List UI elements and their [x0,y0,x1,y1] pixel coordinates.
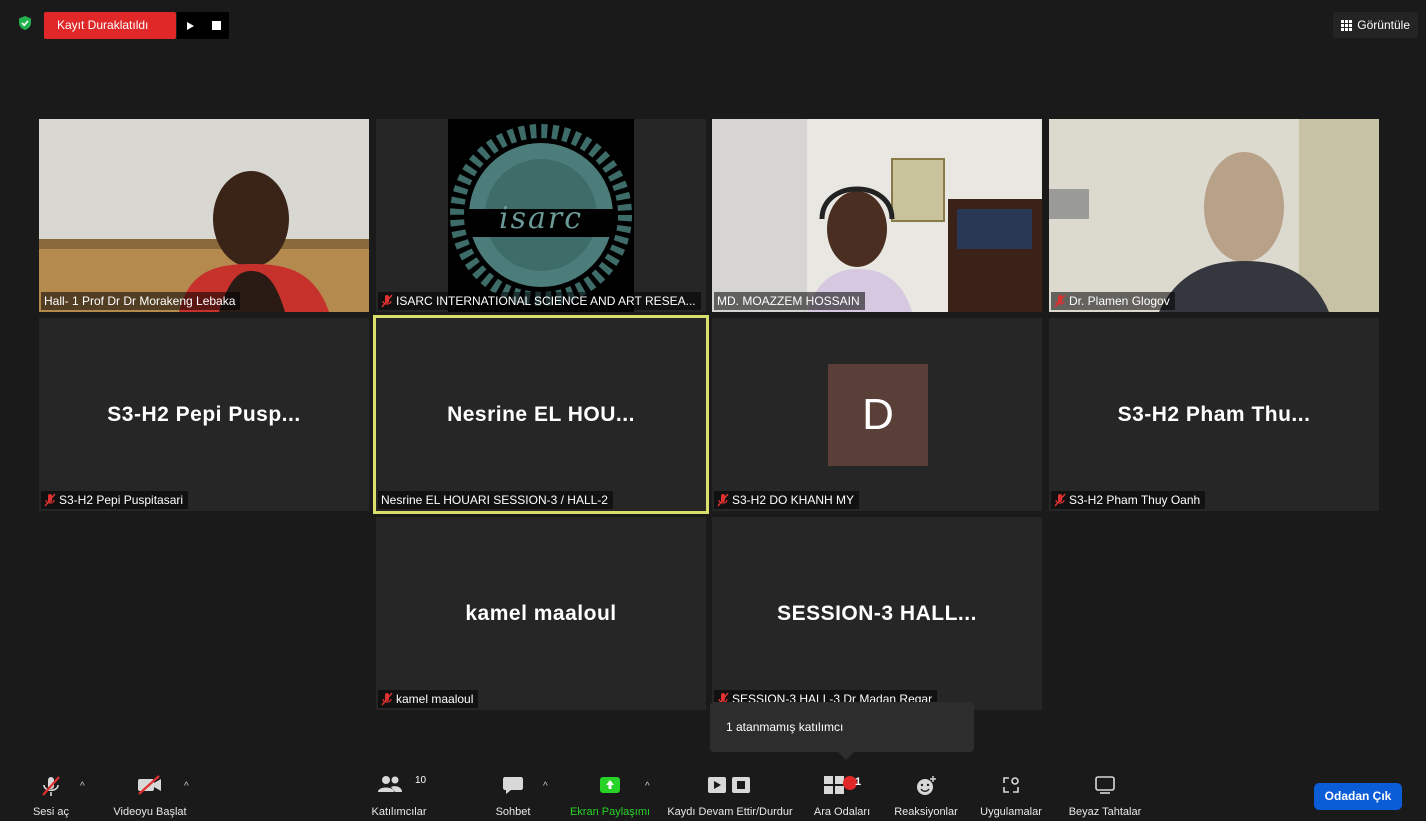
mic-muted-icon [1054,493,1066,507]
meeting-toolbar: Sesi aç ^ Videoyu Başlat ^ 10 Katılımcıl… [0,765,1426,821]
share-screen-button[interactable]: Ekran Paylaşımı [564,765,656,821]
recording-control-button[interactable]: Kaydı Devam Ettir/Durdur [658,765,802,821]
video-tile-plamen-glogov[interactable]: Dr. Plamen Glogov [1049,119,1379,312]
breakout-rooms-label: Ara Odaları [813,806,871,818]
participant-video-frame [39,119,369,312]
share-screen-label: Ekran Paylaşımı [569,806,651,818]
participants-icon [378,776,402,792]
apps-button[interactable]: Uygulamalar [972,765,1050,821]
participant-name-label: Nesrine EL HOUARI SESSION-3 / HALL-2 [378,491,613,509]
chat-label: Sohbet [495,806,531,818]
participants-count: 10 [415,775,427,786]
top-bar: Kayıt Duraklatıldı Görüntüle [0,0,1426,52]
avatar: D [828,364,928,466]
participant-name-label: S3-H2 DO KHANH MY [714,491,860,509]
reactions-icon [917,776,936,795]
unmute-button[interactable]: Sesi aç [26,765,76,821]
participant-name-label: Dr. Plamen Glogov [1051,292,1175,310]
mic-muted-icon [1054,294,1066,308]
name-tile-session3-hall3[interactable]: SESSION-3 HALL... SESSION-3 HALL-3 Dr Ma… [712,517,1042,710]
shield-icon[interactable] [17,15,33,31]
participant-display-name: Nesrine EL HOU... [447,402,635,426]
name-tile-kamel-maaloul[interactable]: kamel maaloul kamel maaloul [376,517,706,710]
participant-name-label: ISARC INTERNATIONAL SCIENCE AND ART RESE… [378,292,701,310]
breakout-rooms-button[interactable]: 1 Ara Odaları [808,765,876,821]
participant-display-name: S3-H2 Pepi Pusp... [107,402,301,426]
chat-icon [503,777,523,794]
recording-controls-icon [708,777,750,793]
participant-video-frame [712,119,1042,312]
whiteboards-label: Beyaz Tahtalar [1068,806,1142,818]
whiteboards-button[interactable]: Beyaz Tahtalar [1060,765,1150,821]
breakout-badge: 1 [854,776,862,788]
share-options-caret[interactable]: ^ [645,781,650,792]
mic-muted-icon [717,493,729,507]
chat-options-caret[interactable]: ^ [543,781,548,792]
apps-label: Uygulamalar [980,806,1042,818]
start-video-label: Videoyu Başlat [113,806,187,818]
video-tile-isarc[interactable]: isarc ISARC INTERNATIONAL SCIENCE AND AR… [376,119,706,312]
participants-button[interactable]: 10 Katılımcılar [364,765,434,821]
name-tile-nesrine-el-houari[interactable]: Nesrine EL HOU... Nesrine EL HOUARI SESS… [373,315,709,514]
audio-options-caret[interactable]: ^ [80,781,85,792]
mic-muted-icon [44,493,56,507]
grid-icon [1341,19,1353,31]
recording-status-badge: Kayıt Duraklatıldı [44,12,176,39]
avatar-tile-do-khanh-my[interactable]: D S3-H2 DO KHANH MY [712,318,1042,511]
mic-muted-icon [42,776,60,796]
reactions-button[interactable]: Reaksiyonlar [888,765,964,821]
unassigned-participants-tooltip: 1 atanmamış katılımcı [710,702,974,760]
stop-recording-button[interactable] [203,12,229,39]
participants-label: Katılımcılar [371,806,427,818]
participant-display-name: kamel maaloul [465,601,617,625]
zoom-meeting-window: Kayıt Duraklatıldı Görüntüle Hall- 1 Pro… [0,0,1426,821]
participant-display-name: SESSION-3 HALL... [777,601,977,625]
participant-name-label: S3-H2 Pepi Puspitasari [41,491,189,509]
video-tile-morakeng-lebaka[interactable]: Hall- 1 Prof Dr Dr Morakeng Lebaka [39,119,369,312]
chat-button[interactable]: Sohbet [488,765,538,821]
video-tile-moazzem-hossain[interactable]: MD. MOAZZEM HOSSAIN [712,119,1042,312]
breakout-rooms-icon [824,776,857,794]
video-off-icon [138,775,161,795]
participant-display-name: S3-H2 Pham Thu... [1117,402,1311,426]
mic-muted-icon [381,294,393,308]
participant-name-label: kamel maaloul [378,690,479,708]
participant-name-label: Hall- 1 Prof Dr Dr Morakeng Lebaka [41,292,241,310]
name-tile-pepi-puspitasari[interactable]: S3-H2 Pepi Pusp... S3-H2 Pepi Puspitasar… [39,318,369,511]
apps-icon [1003,777,1019,793]
view-button-label: Görüntüle [1357,18,1410,32]
whiteboard-icon [1095,776,1115,794]
view-button[interactable]: Görüntüle [1333,12,1418,38]
mic-muted-icon [381,692,393,706]
isarc-logo-text: isarc [498,201,584,236]
leave-room-button[interactable]: Odadan Çık [1314,783,1402,810]
play-icon [187,21,194,30]
share-screen-icon [600,777,620,793]
video-options-caret[interactable]: ^ [184,781,189,792]
participant-name-label: MD. MOAZZEM HOSSAIN [714,292,865,310]
recording-control-label: Kaydı Devam Ettir/Durdur [667,806,793,818]
reactions-label: Reaksiyonlar [894,806,958,818]
participant-name-label: S3-H2 Pham Thuy Oanh [1051,491,1206,509]
stop-icon [211,21,221,30]
start-video-button[interactable]: Videoyu Başlat [102,765,198,821]
name-tile-pham-thuy-oanh[interactable]: S3-H2 Pham Thu... S3-H2 Pham Thuy Oanh [1049,318,1379,511]
participant-video-frame [1049,119,1379,312]
resume-recording-button[interactable] [177,12,203,39]
unmute-label: Sesi aç [32,806,70,818]
